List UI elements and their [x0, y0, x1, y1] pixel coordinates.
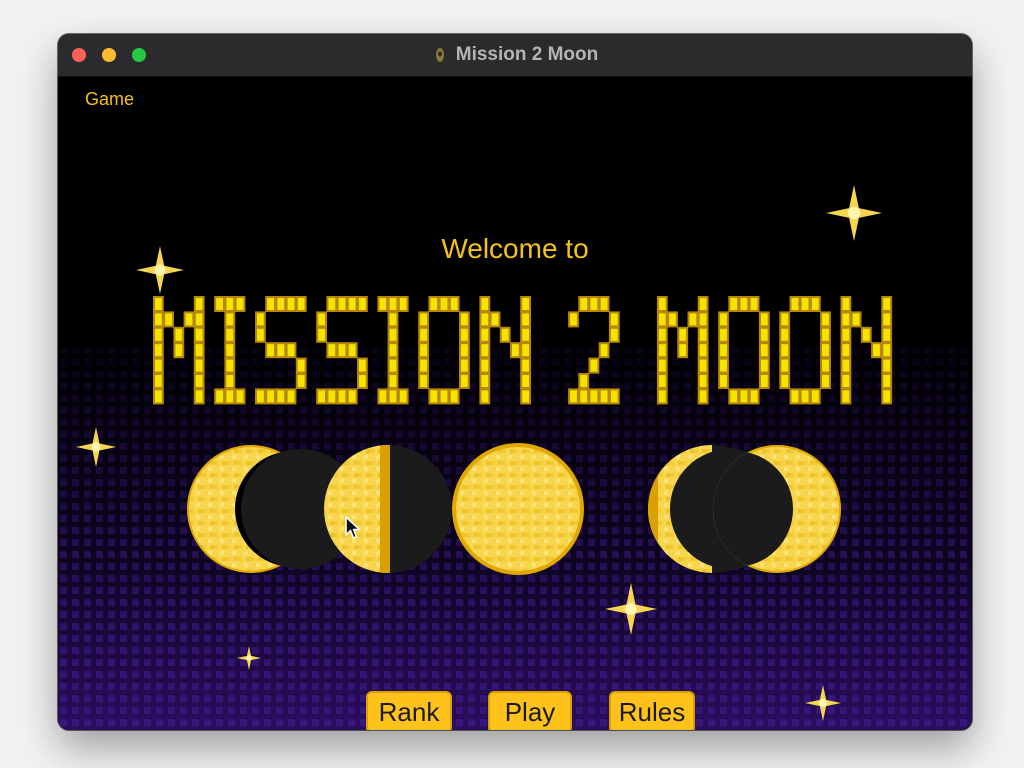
- sparkle-star-core: [625, 603, 637, 615]
- sparkle-star-core: [154, 264, 166, 276]
- rules-button[interactable]: Rules: [609, 691, 695, 730]
- window-title-group: Mission 2 Moon: [58, 34, 972, 76]
- app-window: Mission 2 Moon Game Welcome to Rank Play…: [58, 34, 972, 730]
- title-bar[interactable]: Mission 2 Moon: [58, 34, 972, 77]
- window-title: Mission 2 Moon: [455, 44, 599, 65]
- sparkle-star-core: [847, 206, 861, 220]
- rocket-icon: [435, 48, 444, 62]
- stars-layer: [76, 185, 882, 721]
- rank-button[interactable]: Rank: [366, 691, 452, 730]
- play-button[interactable]: Play: [488, 691, 572, 730]
- game-canvas: Game Welcome to Rank Play Rules: [58, 77, 972, 730]
- mouse-cursor-icon: [345, 516, 361, 539]
- sparkle-star-core: [246, 655, 252, 661]
- sparkle-star-core: [818, 698, 828, 708]
- sparkle-star-core: [91, 442, 101, 452]
